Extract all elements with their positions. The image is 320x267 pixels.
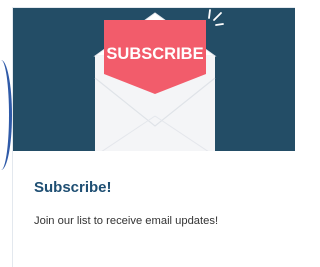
card-title: Subscribe! bbox=[34, 179, 112, 196]
card-description: Join our list to receive email updates! bbox=[34, 215, 219, 227]
subscribe-card[interactable]: SUBSCRIBE Subscribe! Join our list to re… bbox=[12, 7, 295, 267]
page: SUBSCRIBE Subscribe! Join our list to re… bbox=[0, 0, 295, 267]
envelope-illustration: SUBSCRIBE bbox=[93, 9, 224, 151]
sparkle-icon bbox=[208, 9, 224, 26]
hero-illustration: SUBSCRIBE bbox=[13, 8, 295, 151]
banner-label: SUBSCRIBE bbox=[106, 45, 203, 63]
page-edge-arc bbox=[0, 60, 12, 170]
